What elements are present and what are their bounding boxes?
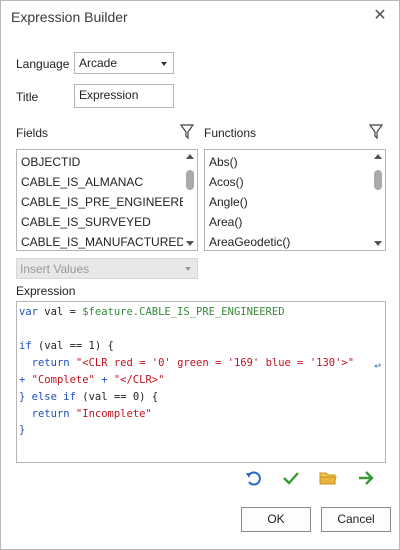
list-item[interactable]: CABLE_IS_ALMANAC bbox=[21, 175, 143, 189]
undo-icon[interactable] bbox=[245, 469, 263, 487]
list-item[interactable]: Area() bbox=[209, 215, 242, 229]
dialog-title: Expression Builder bbox=[11, 9, 128, 25]
cancel-button[interactable]: Cancel bbox=[321, 507, 391, 532]
functions-scrollbar[interactable] bbox=[371, 150, 385, 250]
list-item[interactable]: Angle() bbox=[209, 195, 248, 209]
list-item[interactable]: Acos() bbox=[209, 175, 244, 189]
expression-builder-dialog: Expression Builder ✕ Language Arcade Tit… bbox=[0, 0, 400, 550]
language-dropdown[interactable]: Arcade bbox=[74, 52, 174, 74]
filter-icon[interactable] bbox=[180, 124, 194, 140]
filter-icon[interactable] bbox=[369, 124, 383, 140]
list-item[interactable]: CABLE_IS_SURVEYED bbox=[21, 215, 151, 229]
list-item[interactable]: CABLE_IS_PRE_ENGINEERED bbox=[21, 195, 196, 209]
list-item[interactable]: CABLE_IS_MANUFACTURED bbox=[21, 235, 185, 249]
code-line: var val = $feature.CABLE_IS_PRE_ENGINEER… bbox=[19, 306, 285, 318]
functions-label: Functions bbox=[204, 126, 257, 140]
insert-values-dropdown[interactable]: Insert Values bbox=[16, 258, 198, 279]
scroll-down-icon[interactable] bbox=[374, 241, 382, 246]
code-line: + "Complete" + "</CLR>" bbox=[19, 374, 165, 386]
language-label: Language bbox=[16, 57, 70, 71]
scroll-up-icon[interactable] bbox=[186, 154, 194, 159]
title-label: Title bbox=[16, 90, 39, 104]
scroll-down-icon[interactable] bbox=[186, 241, 194, 246]
title-field[interactable] bbox=[74, 84, 174, 108]
list-item[interactable]: OBJECTID bbox=[21, 155, 80, 169]
checkmark-icon[interactable] bbox=[282, 469, 300, 487]
insert-values-placeholder: Insert Values bbox=[20, 262, 90, 276]
code-line: if (val == 1) { bbox=[19, 340, 114, 352]
code-line: return "Incomplete" bbox=[31, 408, 152, 420]
scroll-up-icon[interactable] bbox=[374, 154, 382, 159]
word-wrap-icon: ↩ bbox=[374, 359, 381, 372]
scroll-thumb[interactable] bbox=[374, 170, 382, 190]
title-bar: Expression Builder ✕ bbox=[1, 1, 399, 33]
fields-label: Fields bbox=[16, 126, 49, 140]
code-line: } bbox=[19, 424, 26, 436]
list-item[interactable]: Abs() bbox=[209, 155, 238, 169]
close-icon[interactable]: ✕ bbox=[370, 6, 390, 26]
ok-button[interactable]: OK bbox=[241, 507, 311, 532]
chevron-down-icon bbox=[185, 267, 191, 271]
title-input[interactable] bbox=[79, 88, 169, 102]
expression-editor[interactable]: var val = $feature.CABLE_IS_PRE_ENGINEER… bbox=[16, 301, 386, 463]
list-item[interactable]: AreaGeodetic() bbox=[209, 235, 290, 249]
fields-scrollbar[interactable] bbox=[183, 150, 197, 250]
language-value: Arcade bbox=[79, 56, 118, 70]
expression-label: Expression bbox=[16, 284, 76, 298]
functions-list[interactable]: Abs() Acos() Angle() Area() AreaGeodetic… bbox=[204, 149, 386, 251]
code-line: return "<CLR red = '0' green = '169' blu… bbox=[31, 357, 355, 369]
chevron-down-icon bbox=[161, 62, 167, 66]
code-line: } else if (val == 0) { bbox=[19, 391, 159, 403]
folder-icon[interactable] bbox=[319, 469, 337, 487]
fields-list[interactable]: OBJECTID CABLE_IS_ALMANAC CABLE_IS_PRE_E… bbox=[16, 149, 198, 251]
scroll-thumb[interactable] bbox=[186, 170, 194, 190]
arrow-right-icon[interactable] bbox=[357, 469, 375, 487]
